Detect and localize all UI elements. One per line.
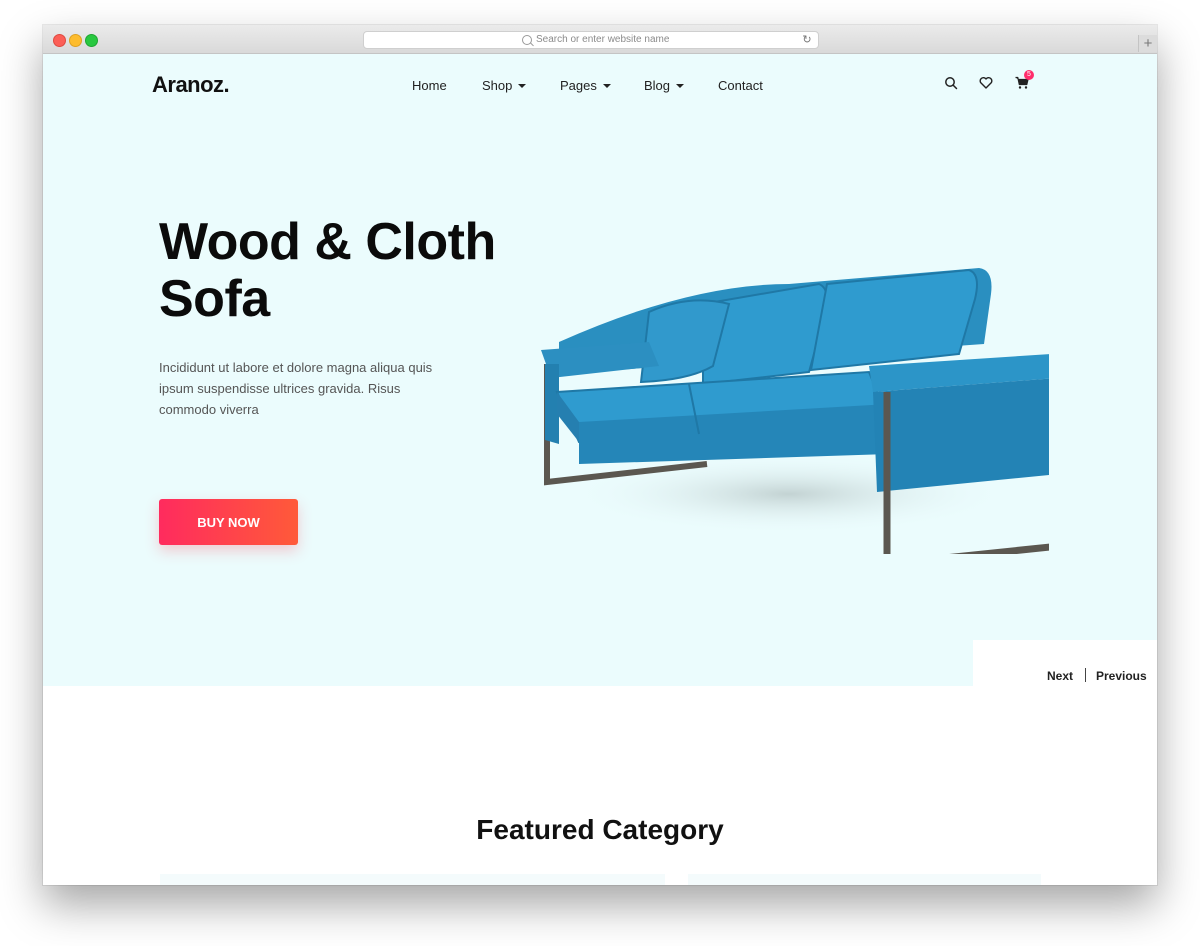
close-window-button[interactable] [53, 34, 66, 47]
hero-section: Aranoz. Home Shop Pages Blog Contact 5 W… [43, 54, 1157, 686]
hero-title-line-1: Wood & Cloth [159, 213, 496, 271]
nav-item-label: Blog [644, 78, 671, 93]
site-logo[interactable]: Aranoz. [152, 72, 230, 98]
browser-window: Search or enter website name ↻ + Aranoz.… [43, 25, 1157, 885]
sofa-image [541, 268, 1049, 554]
address-bar[interactable]: Search or enter website name ↻ [363, 31, 819, 49]
nav-item-contact[interactable]: Contact [718, 78, 763, 93]
nav-item-home[interactable]: Home [412, 78, 447, 93]
browser-toolbar: Search or enter website name ↻ + [43, 25, 1157, 54]
buy-now-button[interactable]: BUY NOW [159, 499, 298, 545]
slider-previous-button[interactable]: Previous [1096, 669, 1147, 683]
heart-icon[interactable] [979, 76, 995, 92]
search-icon[interactable] [944, 76, 960, 92]
maximize-window-button[interactable] [85, 34, 98, 47]
cart-icon[interactable]: 5 [1015, 70, 1034, 92]
caret-down-icon [602, 84, 611, 88]
cart-count-badge: 5 [1024, 70, 1034, 80]
nav-item-label: Contact [718, 78, 763, 93]
caret-down-icon [518, 84, 527, 88]
featured-category-card[interactable] [688, 874, 1041, 885]
hero-title-line-2: Sofa [159, 270, 270, 328]
slider-separator [1085, 668, 1086, 682]
slider-controls: Next Previous [973, 640, 1157, 712]
featured-category-card[interactable] [160, 874, 665, 885]
new-tab-button[interactable]: + [1138, 35, 1157, 52]
nav-item-shop[interactable]: Shop [482, 78, 527, 93]
address-bar-placeholder: Search or enter website name [536, 34, 670, 45]
web-page: Aranoz. Home Shop Pages Blog Contact 5 W… [43, 54, 1157, 885]
nav-item-label: Pages [560, 78, 597, 93]
hero-title: Wood & Cloth Sofa [159, 214, 496, 328]
nav-item-blog[interactable]: Blog [644, 78, 685, 93]
hero-description: Incididunt ut labore et dolore magna ali… [159, 360, 433, 417]
featured-category-title: Featured Category [476, 814, 724, 845]
nav-item-label: Shop [482, 78, 513, 93]
minimize-window-button[interactable] [69, 34, 82, 47]
reload-icon[interactable]: ↻ [801, 34, 813, 46]
caret-down-icon [676, 84, 685, 88]
search-icon [522, 35, 532, 45]
slider-next-button[interactable]: Next [1047, 669, 1073, 683]
nav-item-pages[interactable]: Pages [560, 78, 611, 93]
nav-item-label: Home [412, 78, 447, 93]
